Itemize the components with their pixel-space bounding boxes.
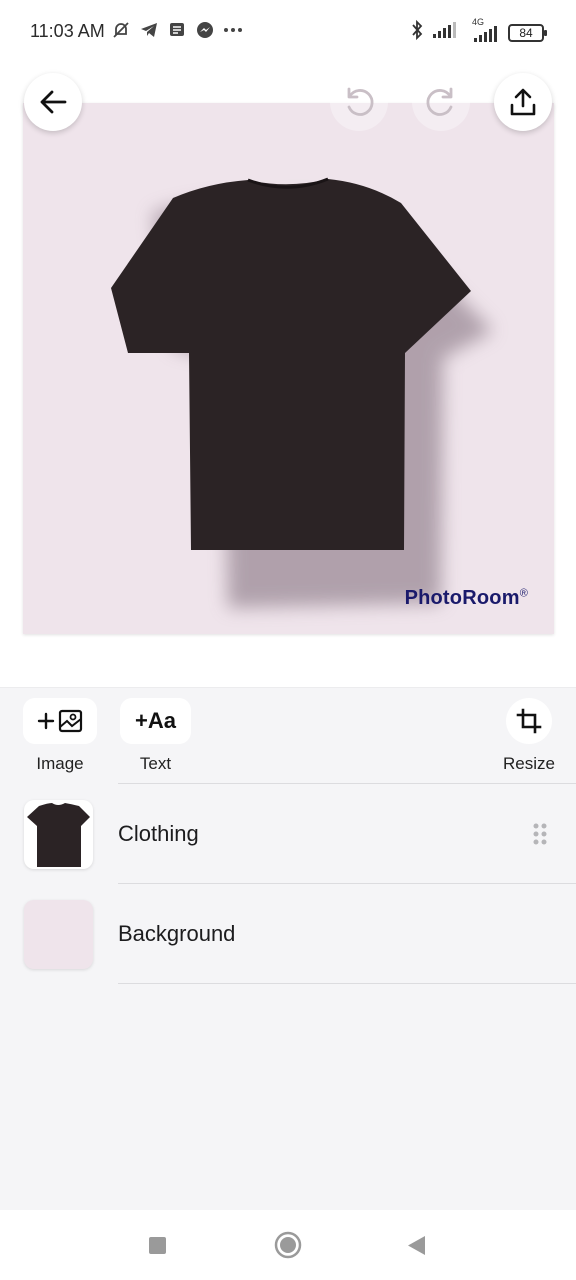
square-icon[interactable] [148,1236,167,1255]
add-image-tool[interactable]: Image [23,698,97,774]
clothing-thumbnail [24,799,93,869]
battery-level: 84 [519,25,533,40]
divider [118,983,576,984]
system-nav-bar [0,1210,576,1280]
watermark-text: PhotoRoom [404,587,520,609]
mute-icon [110,19,132,41]
telegram-icon [138,19,160,41]
share-icon [510,88,536,116]
add-image-button[interactable] [23,698,97,744]
messenger-icon [194,19,216,41]
layer-label: Clothing [118,821,199,846]
text-tool-label: Text [139,754,172,773]
drag-handle-icon[interactable] [532,822,548,846]
system-icons: 4G 84 [410,17,547,46]
undo-icon [347,87,374,116]
bluetooth-icon [410,19,424,46]
add-image-icon [37,709,83,733]
redo-icon [426,87,453,116]
undo-button[interactable] [330,73,388,131]
circle-icon[interactable] [274,1231,302,1259]
more-dots-icon [222,19,244,41]
resize-button[interactable] [505,698,552,744]
layers-sheet: Image +Aa Text Resize Clothing Backgroun… [0,687,576,1210]
tshirt-image[interactable] [23,103,554,634]
add-text-tool[interactable]: +Aa Text [120,698,191,774]
watermark: PhotoRoom® [405,587,528,610]
status-time: 11:03 AM [30,21,105,41]
layer-row-background[interactable]: Background [0,884,576,984]
signal-icon [432,20,458,45]
resize-tool-label: Resize [503,754,555,773]
back-button[interactable] [24,73,82,131]
share-button[interactable] [494,73,552,131]
redo-button[interactable] [412,73,470,131]
design-canvas[interactable]: PhotoRoom® [23,103,554,634]
layer-row-clothing[interactable]: Clothing [0,784,576,884]
resize-tool[interactable]: Resize [503,698,555,774]
add-text-icon: +Aa [135,708,176,733]
watermark-mark: ® [519,587,528,600]
add-text-button[interactable]: +Aa [120,698,191,744]
status-bar: 11:03 AM 4G 84 [0,0,576,64]
battery-icon: 84 [508,23,547,42]
triangle-back-icon[interactable] [406,1235,426,1256]
signal-4g-icon: 4G [466,17,500,44]
layer-label: Background [118,921,236,946]
notification-icons [110,19,244,41]
message-icon [166,19,188,41]
tshirt-thumb-icon [27,802,90,867]
crop-icon [516,708,542,734]
image-tool-label: Image [36,754,84,773]
background-thumbnail [24,899,93,969]
arrow-left-icon [40,90,67,114]
